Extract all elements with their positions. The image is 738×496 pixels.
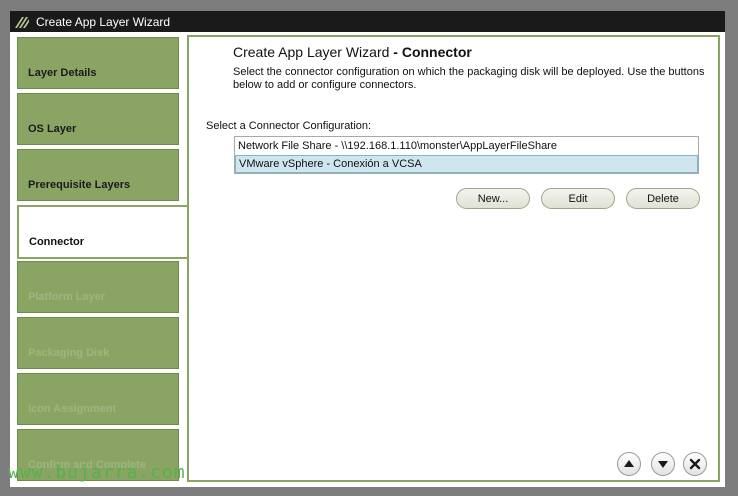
connector-item-vsphere[interactable]: VMware vSphere - Conexión a VCSA [235,155,698,173]
app-logo-icon [15,16,29,28]
connector-select-label: Select a Connector Configuration: [206,120,372,132]
edit-connector-button[interactable]: Edit [541,188,615,209]
window-title: Create App Layer Wizard [36,14,171,29]
arrow-up-icon [624,460,634,467]
close-icon [689,458,701,470]
step-label: Prerequisite Layers [28,179,131,191]
page-title: Create App Layer Wizard - Connector [233,44,472,60]
step-label: Layer Details [28,67,97,79]
next-step-button[interactable] [651,452,675,476]
page-title-prefix: Create App Layer Wizard [233,44,390,60]
step-os-layer[interactable]: OS Layer [17,93,179,145]
step-label: Packaging Disk [28,347,110,359]
step-label: Connector [29,236,84,248]
arrow-down-icon [658,461,668,468]
page-title-step: - Connector [389,44,472,60]
page-description: Select the connector configuration on wh… [233,66,705,91]
step-label: OS Layer [28,123,77,135]
previous-step-button[interactable] [617,452,641,476]
connector-item-file-share[interactable]: Network File Share - \\192.168.1.110\mon… [235,137,698,155]
close-wizard-button[interactable] [683,452,707,476]
step-layer-details[interactable]: Layer Details [17,37,179,89]
step-label: Platform Layer [28,291,106,303]
step-icon-assignment: Icon Assignment [17,373,179,425]
step-prerequisite-layers[interactable]: Prerequisite Layers [17,149,179,201]
step-connector[interactable]: Connector [17,205,187,259]
watermark-text: www.bujarra.com [8,462,186,483]
step-packaging-disk: Packaging Disk [17,317,179,369]
delete-connector-button[interactable]: Delete [626,188,700,209]
step-platform-layer: Platform Layer [17,261,179,313]
step-label: Icon Assignment [28,403,117,415]
content-panel: Create App Layer Wizard - Connector Sele… [187,35,720,482]
wizard-window: Layer Details OS Layer Prerequisite Laye… [10,32,725,487]
connector-list[interactable]: Network File Share - \\192.168.1.110\mon… [234,136,699,174]
title-bar: Create App Layer Wizard [10,11,725,32]
new-connector-button[interactable]: New... [456,188,530,209]
wizard-steps-sidebar: Layer Details OS Layer Prerequisite Laye… [17,37,187,482]
